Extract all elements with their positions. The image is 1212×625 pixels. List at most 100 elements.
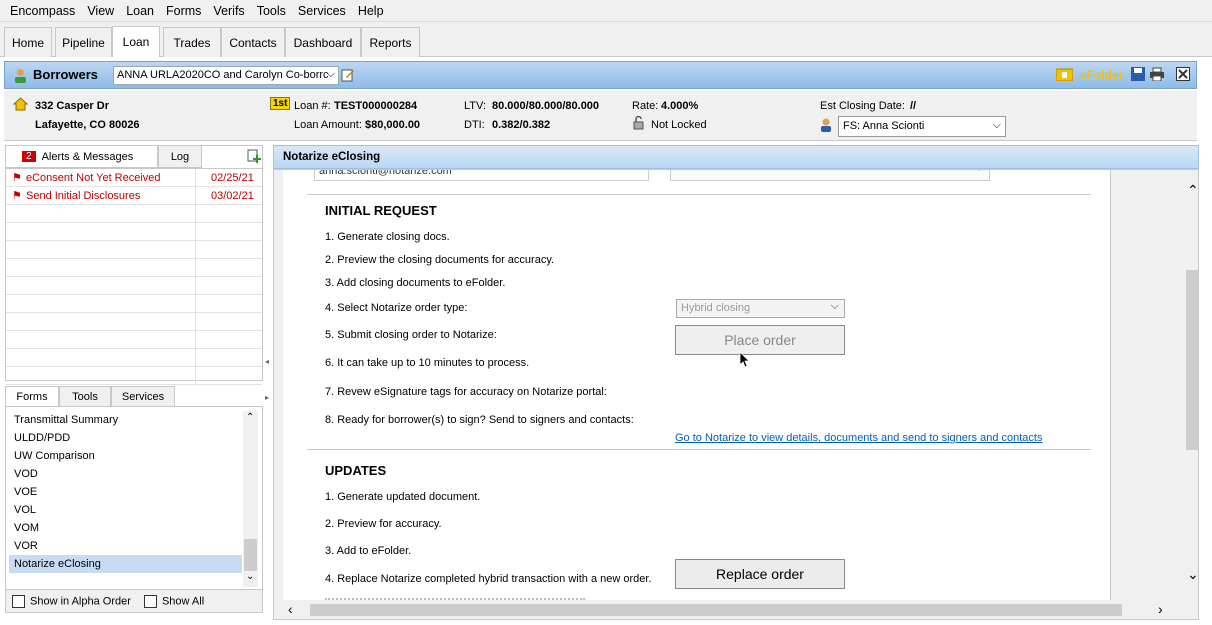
show-all-label: Show All bbox=[161, 595, 205, 608]
form-header: Notarize eClosing bbox=[273, 145, 1199, 169]
edit-icon[interactable] bbox=[341, 68, 355, 82]
property-address-line1: 332 Casper Dr bbox=[35, 100, 109, 112]
closing-date-label: Est Closing Date: bbox=[820, 100, 905, 112]
borrowers-bar: Borrowers ANNA URLA2020CO and Carolyn Co… bbox=[4, 61, 1197, 89]
chevron-down-icon: ⌵ bbox=[992, 119, 1001, 131]
tab-dashboard[interactable]: Dashboard bbox=[285, 27, 361, 57]
chevron-down-icon: ⌵ bbox=[326, 68, 335, 80]
show-all-checkbox[interactable] bbox=[143, 595, 157, 608]
borrower-pair-value: ANNA URLA2020CO and Carolyn Co-borrc bbox=[117, 69, 329, 81]
efolder-link[interactable]: eFolder bbox=[1080, 68, 1123, 82]
loan-summary: 332 Casper Dr Lafayette, CO 80026 1st Lo… bbox=[4, 91, 1197, 141]
forms-scrollbar[interactable]: ⌃ ⌄ bbox=[243, 411, 258, 587]
save-icon[interactable] bbox=[1131, 67, 1145, 81]
menu-encompass[interactable]: Encompass bbox=[4, 4, 81, 18]
alpha-order-checkbox[interactable] bbox=[12, 595, 25, 608]
menu-forms[interactable]: Forms bbox=[160, 4, 207, 18]
main-horizontal-scrollbar[interactable]: ‹ › bbox=[274, 600, 1186, 619]
form-item[interactable]: ULDD/PDD bbox=[9, 429, 242, 447]
step-text: 1. Generate updated document. bbox=[325, 491, 481, 503]
form-item[interactable]: VOE bbox=[9, 483, 242, 501]
splitter-expand-icon[interactable]: ▸ bbox=[265, 393, 269, 402]
step-text: 2. Preview the closing documents for acc… bbox=[325, 254, 555, 266]
forms-list-panel: Transmittal Summary ULDD/PDD UW Comparis… bbox=[5, 406, 263, 613]
partial-select[interactable]: ⌵ bbox=[670, 170, 990, 181]
step-text: 8. Ready for borrower(s) to sign? Send t… bbox=[325, 414, 634, 426]
tab-home[interactable]: Home bbox=[4, 27, 52, 57]
scroll-up-icon[interactable]: ⌃ bbox=[1187, 182, 1198, 199]
file-starter-select[interactable]: FS: Anna Scionti ⌵ bbox=[838, 116, 1006, 137]
tab-contacts[interactable]: Contacts bbox=[221, 27, 285, 57]
scroll-thumb[interactable] bbox=[1186, 270, 1198, 450]
main-vertical-scrollbar[interactable]: ⌃ ⌄ bbox=[1186, 170, 1198, 600]
chevron-down-icon: ⌵ bbox=[975, 170, 983, 174]
step-text: 2. Preview for accuracy. bbox=[325, 518, 442, 530]
lien-position-badge: 1st bbox=[270, 97, 291, 110]
scroll-up-icon[interactable]: ⌃ bbox=[246, 412, 254, 423]
place-order-button[interactable]: Place order bbox=[675, 325, 845, 355]
form-item[interactable]: UW Comparison bbox=[9, 447, 242, 465]
order-type-select[interactable]: Hybrid closing ⌵ bbox=[676, 299, 845, 318]
form-item[interactable]: VOR bbox=[9, 537, 242, 555]
step-text: 1. Generate closing docs. bbox=[325, 231, 450, 243]
efolder-icon[interactable] bbox=[1056, 67, 1073, 81]
replace-order-button[interactable]: Replace order bbox=[675, 559, 845, 589]
ltv-value: 80.000/80.000/80.000 bbox=[492, 100, 600, 112]
tab-alerts-messages[interactable]: 2 Alerts & Messages bbox=[5, 145, 158, 168]
alpha-order-label: Show in Alpha Order bbox=[30, 595, 131, 608]
form-item[interactable]: VOM bbox=[9, 519, 242, 537]
tab-alerts-label: Alerts & Messages bbox=[41, 150, 134, 163]
loan-number-label: Loan #: bbox=[294, 100, 331, 112]
rate-value: 4.000% bbox=[661, 100, 699, 112]
add-note-icon[interactable] bbox=[247, 149, 261, 163]
notarize-portal-link[interactable]: Go to Notarize to view details, document… bbox=[675, 432, 1042, 444]
step-text: 3. Add closing documents to eFolder. bbox=[325, 277, 506, 289]
print-icon[interactable] bbox=[1150, 67, 1164, 81]
splitter-collapse-icon[interactable]: ◂ bbox=[265, 357, 269, 366]
lock-status: Not Locked bbox=[651, 119, 707, 131]
tab-tools[interactable]: Tools bbox=[59, 386, 111, 407]
menu-view[interactable]: View bbox=[81, 4, 120, 18]
updates-title: UPDATES bbox=[325, 463, 387, 478]
scroll-right-icon[interactable]: › bbox=[1158, 601, 1163, 617]
dti-label: DTI: bbox=[464, 119, 485, 131]
menu-services[interactable]: Services bbox=[292, 4, 352, 18]
form-item[interactable]: VOL bbox=[9, 501, 242, 519]
menu-verifs[interactable]: Verifs bbox=[207, 4, 250, 18]
divider bbox=[307, 194, 1091, 195]
tab-pipeline[interactable]: Pipeline bbox=[55, 27, 112, 57]
borrower-pair-select[interactable]: ANNA URLA2020CO and Carolyn Co-borrc ⌵ bbox=[113, 66, 339, 85]
rate-label: Rate: bbox=[632, 100, 659, 112]
alert-row[interactable]: ⚑ eConsent Not Yet Received 02/25/21 bbox=[6, 169, 262, 187]
loan-number: TEST000000284 bbox=[334, 100, 418, 112]
unlock-icon bbox=[633, 116, 644, 130]
email-field[interactable]: anna.scionti@notarize.com bbox=[314, 170, 649, 181]
step-text: 4. Replace Notarize completed hybrid tra… bbox=[325, 573, 652, 585]
tab-trades[interactable]: Trades bbox=[163, 27, 221, 57]
scroll-down-icon[interactable]: ⌄ bbox=[246, 571, 254, 582]
tab-log[interactable]: Log bbox=[158, 145, 202, 168]
scroll-left-icon[interactable]: ‹ bbox=[288, 601, 293, 617]
tab-loan[interactable]: Loan bbox=[112, 26, 160, 57]
step-text: 4. Select Notarize order type: bbox=[325, 302, 468, 314]
alert-row[interactable]: ⚑ Send Initial Disclosures 03/02/21 bbox=[6, 187, 262, 205]
form-item-selected[interactable]: Notarize eClosing bbox=[9, 555, 242, 573]
form-item[interactable]: VOD bbox=[9, 465, 242, 483]
close-icon[interactable] bbox=[1176, 67, 1190, 81]
tab-reports[interactable]: Reports bbox=[361, 27, 420, 57]
menu-bar: Encompass View Loan Forms Verifs Tools S… bbox=[0, 0, 1212, 22]
scroll-thumb[interactable] bbox=[244, 539, 257, 571]
menu-tools[interactable]: Tools bbox=[251, 4, 292, 18]
scroll-thumb[interactable] bbox=[310, 604, 1122, 616]
alert-date: 03/02/21 bbox=[211, 190, 254, 202]
form-item[interactable]: Transmittal Summary bbox=[9, 411, 242, 429]
chevron-down-icon: ⌵ bbox=[830, 300, 839, 312]
scroll-down-icon[interactable]: ⌄ bbox=[1187, 566, 1198, 583]
alert-text: Send Initial Disclosures bbox=[26, 190, 141, 202]
tab-services[interactable]: Services bbox=[111, 386, 175, 407]
divider bbox=[307, 449, 1091, 450]
menu-help[interactable]: Help bbox=[352, 4, 390, 18]
menu-loan[interactable]: Loan bbox=[120, 4, 160, 18]
tab-forms[interactable]: Forms bbox=[5, 386, 59, 407]
alert-text: eConsent Not Yet Received bbox=[26, 172, 161, 184]
